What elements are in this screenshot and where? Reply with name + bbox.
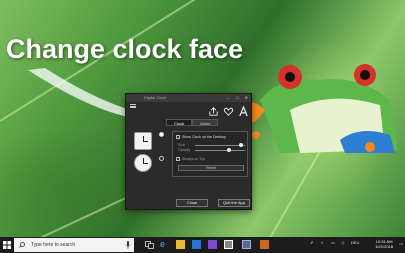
face-select-radio[interactable] bbox=[159, 156, 164, 161]
minimize-button[interactable]: – bbox=[227, 94, 229, 102]
show-on-desktop-row[interactable]: Show Clock on the Desktop bbox=[176, 135, 227, 140]
keyboard-language[interactable]: DEU bbox=[351, 240, 359, 245]
network-icon[interactable]: ▭ bbox=[331, 240, 335, 245]
edge-browser-icon[interactable]: e bbox=[160, 240, 169, 249]
chevron-up-icon[interactable]: ˄ bbox=[321, 240, 323, 245]
quit-app-button[interactable]: Quit the App bbox=[218, 199, 250, 207]
clock-face-list bbox=[134, 132, 164, 176]
size-slider[interactable] bbox=[195, 143, 245, 147]
maximize-button[interactable]: □ bbox=[237, 94, 239, 102]
people-icon[interactable]: ⇗ bbox=[310, 240, 313, 245]
task-view-icon[interactable] bbox=[145, 240, 154, 249]
window-titlebar: Digital Clock – □ ✕ bbox=[126, 94, 251, 102]
show-on-desktop-label: Show Clock on the Desktop bbox=[182, 135, 227, 139]
tab-clock[interactable]: Clock bbox=[166, 119, 193, 126]
tab-bar: Clock Alarm bbox=[166, 119, 219, 126]
close-button[interactable]: Close bbox=[176, 199, 208, 207]
windows-start-icon[interactable] bbox=[3, 241, 11, 249]
heart-icon[interactable] bbox=[223, 106, 234, 117]
font-icon[interactable] bbox=[238, 106, 249, 117]
clock-settings-panel: Show Clock on the Desktop Size Opacity A… bbox=[172, 131, 248, 177]
microphone-icon[interactable] bbox=[126, 241, 130, 249]
size-slider-knob[interactable] bbox=[239, 143, 243, 147]
taskbar-date: 10/1/2018 bbox=[375, 244, 393, 249]
volume-icon[interactable]: ◁ bbox=[341, 240, 344, 245]
digital-clock-window: Digital Clock – □ ✕ Clock Alarm Show Clo… bbox=[125, 93, 252, 210]
clock-face-option-square[interactable] bbox=[134, 132, 152, 150]
opacity-slider[interactable] bbox=[195, 148, 245, 152]
taskbar-search-box[interactable]: Type here to search bbox=[14, 238, 134, 252]
store-icon[interactable] bbox=[192, 240, 201, 249]
always-on-top-row[interactable]: Always on Top bbox=[176, 157, 206, 162]
notification-icon[interactable]: ▭ bbox=[399, 241, 403, 246]
share-icon[interactable] bbox=[208, 106, 219, 117]
headline: Change clock face bbox=[6, 34, 244, 64]
opacity-label: Opacity bbox=[178, 148, 191, 152]
always-on-top-label: Always on Top bbox=[182, 157, 206, 161]
hamburger-menu-icon[interactable] bbox=[130, 104, 136, 108]
tab-alarm[interactable]: Alarm bbox=[192, 119, 219, 126]
taskbar-clock[interactable]: 10:31 AM 10/1/2018 bbox=[375, 239, 393, 249]
opacity-slider-knob[interactable] bbox=[227, 148, 231, 152]
digital-clock-taskbar-icon[interactable] bbox=[242, 240, 251, 249]
face-select-radio-selected[interactable] bbox=[159, 132, 164, 137]
always-on-top-checkbox[interactable] bbox=[176, 157, 180, 162]
taskbar: Type here to search e ⇗ ˄ ▭ ◁ DEU 10:31 … bbox=[0, 237, 405, 253]
show-on-desktop-checkbox[interactable] bbox=[176, 135, 180, 140]
taskbar-app-icon-orange[interactable] bbox=[260, 240, 269, 249]
search-icon bbox=[19, 242, 25, 248]
visual-studio-icon[interactable] bbox=[208, 240, 217, 249]
file-explorer-icon[interactable] bbox=[176, 240, 185, 249]
search-placeholder: Type here to search bbox=[31, 242, 76, 248]
close-window-button[interactable]: ✕ bbox=[245, 94, 248, 102]
taskbar-app-icon[interactable] bbox=[224, 240, 233, 249]
window-title: Digital Clock bbox=[144, 95, 167, 100]
clock-face-option-round[interactable] bbox=[134, 154, 152, 172]
desktop-wallpaper: Change clock face Digital Clock – □ ✕ Cl… bbox=[0, 0, 405, 237]
reset-button[interactable]: Reset bbox=[178, 165, 244, 171]
size-label: Size bbox=[178, 143, 185, 147]
